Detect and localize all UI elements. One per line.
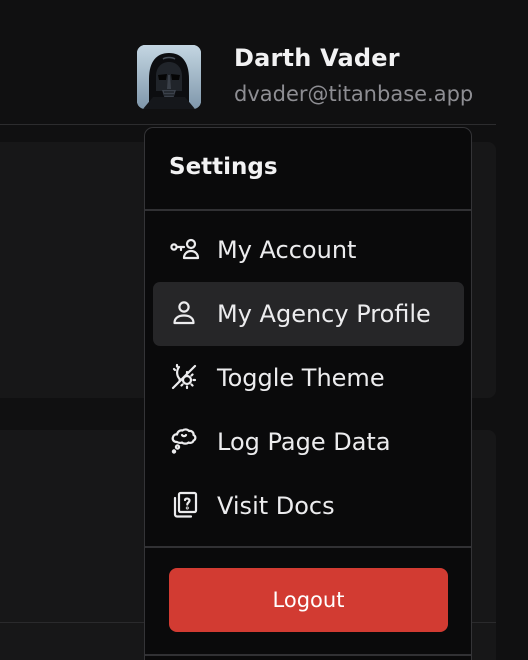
user-key-icon: [169, 233, 203, 267]
page: Darth Vader dvader@titanbase.app Setting…: [0, 0, 528, 660]
menu-item-log-page-data[interactable]: Log Page Data: [153, 410, 464, 474]
menu-item-visit-docs[interactable]: Visit Docs: [153, 474, 464, 538]
logout-button[interactable]: Logout: [169, 568, 448, 632]
user-email: dvader@titanbase.app: [234, 82, 474, 106]
menu-divider: [145, 654, 471, 656]
menu-divider: [145, 209, 471, 211]
menu-item-my-account[interactable]: My Account: [153, 218, 464, 282]
menu-title: Settings: [169, 154, 278, 180]
user-name: Darth Vader: [234, 44, 400, 72]
menu-item-label: Visit Docs: [217, 492, 335, 520]
menu-item-toggle-theme[interactable]: Toggle Theme: [153, 346, 464, 410]
user-icon: [169, 297, 203, 331]
menu-item-label: My Account: [217, 236, 357, 264]
menu-divider: [145, 546, 471, 548]
darth-vader-avatar-icon: [137, 45, 201, 109]
menu-item-label: Toggle Theme: [217, 364, 385, 392]
settings-dropdown-menu: Settings My Account My Agency Profile To…: [144, 127, 472, 660]
header-divider: [0, 124, 496, 125]
menu-item-label: My Agency Profile: [217, 300, 431, 328]
menu-item-label: Log Page Data: [217, 428, 391, 456]
thought-bubble-icon: [169, 425, 203, 459]
help-book-icon: [169, 489, 203, 523]
avatar[interactable]: [137, 45, 201, 109]
menu-item-my-agency-profile[interactable]: My Agency Profile: [153, 282, 464, 346]
sun-moon-icon: [169, 361, 203, 395]
